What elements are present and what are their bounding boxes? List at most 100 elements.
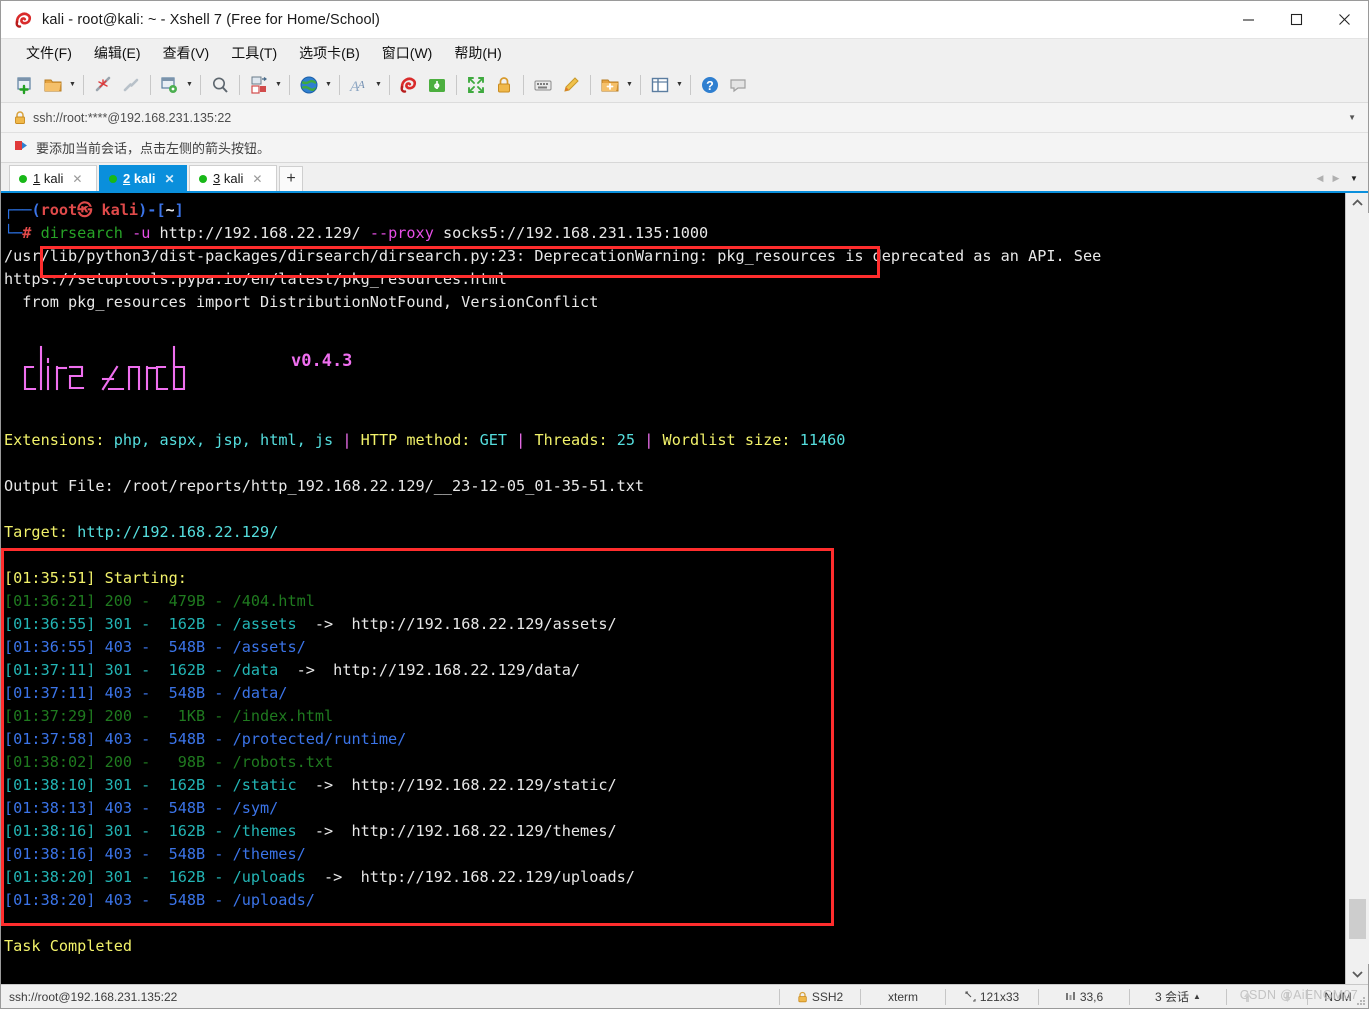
close-button[interactable] (1320, 1, 1368, 39)
menu-view[interactable]: 查看(V) (152, 40, 221, 66)
tab-label: 3 kali (213, 171, 243, 186)
status-cursor-cell: 33,6 (1039, 985, 1129, 1009)
cursor-position-icon (1065, 992, 1075, 1000)
tab-list-dropdown-icon[interactable]: ▼ (1344, 174, 1364, 183)
help-icon[interactable]: ? (697, 72, 723, 98)
terminal-line: Output File: /root/reports/http_192.168.… (4, 477, 645, 495)
scrollbar-thumb[interactable] (1348, 899, 1366, 939)
terminal-line: [01:37:11] 301 - 162B - /data -> http://… (4, 661, 581, 679)
terminal-line: [01:38:20] 403 - 548B - /uploads/ (4, 891, 315, 909)
chevron-down-icon[interactable]: ▼ (323, 72, 334, 98)
terminal-scrollbar[interactable] (1345, 193, 1369, 984)
status-connection: ssh://root@192.168.231.135:22 (9, 989, 178, 1004)
web-browser-icon[interactable] (296, 72, 322, 98)
close-icon[interactable]: ✕ (252, 173, 262, 185)
terminal-output[interactable]: ┌──(root㉿ kali)-[~] └─# dirsearch -u http… (1, 193, 1345, 984)
menu-tabs[interactable]: 选项卡(B) (288, 40, 371, 66)
terminal-line: Extensions: php, aspx, jsp, html, js | H… (4, 431, 846, 449)
address-url[interactable]: ssh://root:****@192.168.231.135:22 (33, 111, 1348, 125)
xftp-icon[interactable] (424, 72, 450, 98)
terminal-line: Task Completed (4, 937, 133, 955)
menu-tools[interactable]: 工具(T) (220, 40, 288, 66)
resize-grip[interactable] (1354, 994, 1366, 1006)
terminal-line: ┌──(root㉿ kali)-[~] (4, 201, 184, 219)
scroll-up-icon[interactable] (1346, 193, 1369, 213)
terminal-line: [01:38:16] 403 - 548B - /themes/ (4, 845, 306, 863)
chevron-down-icon[interactable]: ▼ (373, 72, 384, 98)
new-tab-button[interactable]: + (279, 166, 303, 191)
toolbar: ▼ ▼ ▼ ▼ A A ▼ ▼ ▼ ? (1, 67, 1368, 103)
menu-bar: 文件(F) 编辑(E) 查看(V) 工具(T) 选项卡(B) 窗口(W) 帮助(… (1, 39, 1368, 67)
toolbar-divider (590, 74, 591, 95)
comment-icon[interactable] (725, 72, 751, 98)
scrollbar-track[interactable] (1345, 213, 1369, 964)
close-icon[interactable]: ✕ (165, 173, 175, 185)
font-icon[interactable]: A A (346, 72, 372, 98)
terminal-line: [01:37:29] 200 - 1KB - /index.html (4, 707, 334, 725)
session-properties-icon[interactable] (157, 72, 183, 98)
tab-session-2[interactable]: 2 kali ✕ (99, 165, 187, 191)
close-icon[interactable]: ✕ (72, 173, 82, 185)
terminal-line: └─# dirsearch -u http://192.168.22.129/ … (4, 224, 709, 242)
chevron-down-icon[interactable]: ▼ (273, 72, 284, 98)
svg-text:?: ? (706, 79, 714, 93)
dirsearch-version: v0.4.3 (291, 351, 353, 371)
menu-file[interactable]: 文件(F) (15, 40, 83, 66)
tab-session-3[interactable]: 3 kali ✕ (189, 165, 277, 191)
highlight-icon[interactable] (558, 72, 584, 98)
chevron-up-icon[interactable]: ▲ (1193, 992, 1201, 1001)
new-folder-icon[interactable] (597, 72, 623, 98)
search-icon[interactable] (207, 72, 233, 98)
menu-edit[interactable]: 编辑(E) (83, 40, 152, 66)
terminal-line: [01:38:10] 301 - 162B - /static -> http:… (4, 776, 617, 794)
terminal-line: [01:38:16] 301 - 162B - /themes -> http:… (4, 822, 617, 840)
chevron-down-icon[interactable]: ▼ (184, 72, 195, 98)
toolbar-divider (690, 74, 691, 95)
chevron-down-icon[interactable]: ▼ (624, 72, 635, 98)
lock-icon[interactable] (491, 72, 517, 98)
tab-session-1[interactable]: 1 kali ✕ (9, 165, 97, 191)
xshell-icon[interactable] (396, 72, 422, 98)
download-arrow-icon (1283, 991, 1291, 1002)
tab-title: kali (223, 171, 244, 186)
scroll-down-icon[interactable] (1346, 964, 1369, 984)
menu-window[interactable]: 窗口(W) (371, 40, 444, 66)
toolbar-divider (389, 74, 390, 95)
bookmark-flag-icon (13, 140, 33, 156)
terminal-line: [01:38:20] 301 - 162B - /uploads -> http… (4, 868, 635, 886)
chevron-down-icon[interactable]: ▼ (674, 72, 685, 98)
tab-scroll-right-icon[interactable]: ▶ (1328, 173, 1344, 184)
terminal-line: from pkg_resources import DistributionNo… (4, 293, 599, 311)
window-controls (1224, 1, 1368, 39)
tab-title: kali (133, 171, 156, 186)
window-title: kali - root@kali: ~ - Xshell 7 (Free for… (42, 11, 380, 28)
tab-label: 2 kali (123, 171, 156, 186)
reconnect-icon[interactable] (118, 72, 144, 98)
terminal-line: https://setuptools.pypa.io/en/latest/pkg… (4, 270, 507, 288)
chevron-down-icon[interactable]: ▼ (67, 72, 78, 98)
open-folder-icon[interactable] (40, 72, 66, 98)
keyboard-icon[interactable] (530, 72, 556, 98)
minimize-button[interactable] (1224, 1, 1272, 39)
menu-help[interactable]: 帮助(H) (443, 40, 512, 66)
address-bar[interactable]: ssh://root:****@192.168.231.135:22 ▼ (1, 103, 1368, 133)
status-sessions-cell[interactable]: 3 会话 ▲ (1130, 985, 1226, 1009)
status-cursor: 33,6 (1079, 989, 1104, 1004)
upload-arrow-icon (1243, 991, 1251, 1002)
toolbar-divider (83, 74, 84, 95)
tab-number: 1 (33, 171, 41, 186)
layout-icon[interactable] (647, 72, 673, 98)
transfer-file-icon[interactable] (246, 72, 272, 98)
tab-number: 2 (123, 171, 131, 186)
chevron-down-icon[interactable]: ▼ (1348, 113, 1360, 122)
fullscreen-icon[interactable] (463, 72, 489, 98)
new-session-icon[interactable] (12, 72, 38, 98)
tab-scroll-left-icon[interactable]: ◀ (1312, 173, 1328, 184)
terminal-line: [01:36:55] 301 - 162B - /assets -> http:… (4, 615, 617, 633)
maximize-button[interactable] (1272, 1, 1320, 39)
lock-icon (798, 991, 807, 1002)
disconnect-icon[interactable] (90, 72, 116, 98)
